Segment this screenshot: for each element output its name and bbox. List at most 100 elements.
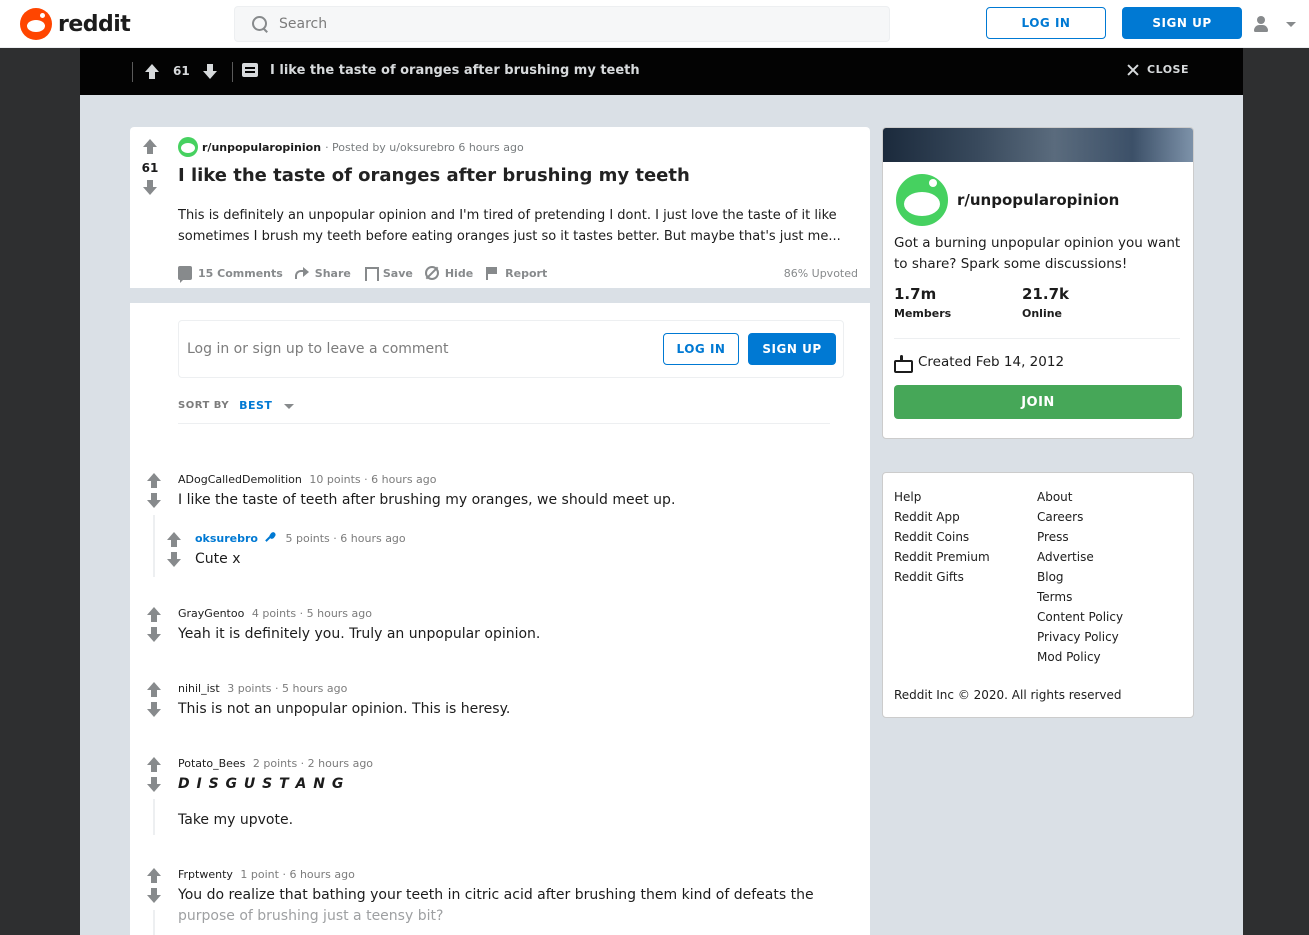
reddit-logo-icon — [20, 8, 52, 40]
footer-link-terms[interactable]: Terms — [1037, 587, 1123, 607]
comment-upvote-icon[interactable] — [146, 682, 162, 698]
comment-downvote-icon[interactable] — [146, 888, 162, 904]
comment-author[interactable]: Frptwenty — [178, 868, 233, 881]
footer-link-privacy-policy[interactable]: Privacy Policy — [1037, 627, 1123, 647]
report-button[interactable]: Report — [485, 266, 547, 280]
footer-link-reddit-app[interactable]: Reddit App — [894, 507, 990, 527]
footer-link-mod-policy[interactable]: Mod Policy — [1037, 647, 1123, 667]
overlay-post-title: I like the taste of oranges after brushi… — [270, 63, 640, 78]
footer-link-careers[interactable]: Careers — [1037, 507, 1123, 527]
subreddit-avatar-icon[interactable] — [178, 137, 198, 157]
top-header: reddit LOG IN SIGN UP — [0, 0, 1309, 48]
close-button[interactable]: CLOSE — [1127, 63, 1189, 76]
online-value: 21.7k — [1022, 285, 1069, 303]
save-button[interactable]: Save — [363, 266, 413, 281]
footer-column-2: About Careers Press Advertise Blog Terms… — [1037, 487, 1123, 667]
comment-icon — [178, 266, 192, 283]
comment-author[interactable]: GrayGentoo — [178, 607, 244, 620]
subreddit-link[interactable]: r/unpopularopinion — [202, 141, 321, 154]
search-bar[interactable] — [234, 6, 890, 42]
downvote-arrow-icon[interactable] — [142, 180, 158, 196]
join-button[interactable]: JOIN — [894, 385, 1182, 419]
community-card: r/unpopularopinion Got a burning unpopul… — [882, 127, 1194, 439]
comment-body: D I S G U S T A N G — [178, 776, 345, 792]
chevron-down-icon — [284, 404, 295, 409]
comment-upvote-icon[interactable] — [146, 868, 162, 884]
comment-author[interactable]: nihil_ist — [178, 682, 220, 695]
thread-line[interactable] — [153, 515, 155, 577]
comments-button[interactable]: 15 Comments — [178, 266, 283, 283]
reddit-logo[interactable]: reddit — [20, 8, 131, 40]
report-label: Report — [505, 266, 548, 280]
comment-downvote-icon[interactable] — [166, 552, 182, 568]
comment-meta: oksurebro 5 points · 6 hours ago — [195, 532, 406, 545]
members-label: Members — [894, 307, 952, 320]
share-icon — [294, 266, 309, 280]
header-login-button[interactable]: LOG IN — [986, 7, 1106, 39]
posted-by: · Posted by u/oksurebro 6 hours ago — [325, 140, 524, 154]
footer-link-reddit-coins[interactable]: Reddit Coins — [894, 527, 990, 547]
comment-downvote-icon[interactable] — [146, 777, 162, 793]
comment-signup-button[interactable]: SIGN UP — [748, 333, 836, 365]
comment-author[interactable]: ADogCalledDemolition — [178, 473, 302, 486]
post-card: 61 r/unpopularopinion · Posted by u/oksu… — [130, 127, 870, 935]
comment-upvote-icon[interactable] — [146, 473, 162, 489]
post-overlay-header: 61 I like the taste of oranges after bru… — [80, 48, 1243, 95]
hide-button[interactable]: Hide — [424, 266, 473, 280]
footer-link-about[interactable]: About — [1037, 487, 1123, 507]
share-button[interactable]: Share — [294, 266, 351, 280]
created-date: Created Feb 14, 2012 — [894, 354, 1064, 373]
comment-body: This is not an unpopular opinion. This i… — [178, 701, 511, 717]
post-icon — [242, 63, 258, 77]
comment-upvote-icon[interactable] — [146, 757, 162, 773]
footer-link-advertise[interactable]: Advertise — [1037, 547, 1123, 567]
downvote-arrow-icon[interactable] — [202, 64, 218, 80]
comment-points: 10 points — [309, 473, 361, 486]
comment-upvote-icon[interactable] — [166, 532, 182, 548]
upvote-arrow-icon[interactable] — [144, 64, 160, 80]
comment-author[interactable]: Potato_Bees — [178, 757, 245, 770]
upvote-arrow-icon[interactable] — [142, 139, 158, 155]
comment-downvote-icon[interactable] — [146, 493, 162, 509]
comment-login-button[interactable]: LOG IN — [663, 333, 739, 365]
user-menu[interactable] — [1252, 10, 1300, 38]
footer-link-reddit-premium[interactable]: Reddit Premium — [894, 547, 990, 567]
sort-label: SORT BY — [178, 400, 230, 411]
search-input[interactable] — [279, 16, 839, 32]
share-label: Share — [314, 266, 351, 280]
logo-text: reddit — [58, 11, 131, 37]
comment-body: purpose of brushing just a teensy bit? — [178, 908, 444, 924]
header-signup-button[interactable]: SIGN UP — [1122, 7, 1242, 39]
comment-body: Cute x — [195, 551, 241, 567]
online-label: Online — [1022, 307, 1063, 320]
comment-meta: Potato_Bees 2 points · 2 hours ago — [178, 757, 373, 770]
post-score: 61 — [141, 161, 159, 175]
footer-link-help[interactable]: Help — [894, 487, 990, 507]
online-stat: 21.7k Online — [1022, 285, 1069, 320]
community-name[interactable]: r/unpopularopinion — [957, 191, 1119, 209]
comment-time: · 5 hours ago — [275, 682, 348, 695]
comment-time: · 6 hours ago — [333, 532, 406, 545]
sort-dropdown[interactable]: SORT BY BEST — [178, 399, 295, 412]
comment-author[interactable]: oksurebro — [195, 532, 258, 545]
comment-meta: nihil_ist 3 points · 5 hours ago — [178, 682, 347, 695]
comment-downvote-icon[interactable] — [146, 702, 162, 718]
footer-link-blog[interactable]: Blog — [1037, 567, 1123, 587]
comment-upvote-icon[interactable] — [146, 607, 162, 623]
footer-link-content-policy[interactable]: Content Policy — [1037, 607, 1123, 627]
footer-link-press[interactable]: Press — [1037, 527, 1123, 547]
comment-downvote-icon[interactable] — [146, 627, 162, 643]
comment-time: · 6 hours ago — [282, 868, 355, 881]
comment-meta: ADogCalledDemolition 10 points · 6 hours… — [178, 473, 437, 486]
thread-line[interactable] — [153, 910, 155, 935]
sort-value: BEST — [239, 399, 273, 412]
footer-link-reddit-gifts[interactable]: Reddit Gifts — [894, 567, 990, 587]
bookmark-icon — [363, 266, 379, 281]
community-banner — [883, 128, 1193, 162]
subreddit-avatar-icon[interactable] — [894, 172, 950, 228]
thread-line[interactable] — [153, 799, 155, 835]
close-label: CLOSE — [1147, 63, 1189, 76]
copyright: Reddit Inc © 2020. All rights reserved — [894, 688, 1122, 702]
comment-meta: Frptwenty 1 point · 6 hours ago — [178, 868, 355, 881]
footer-column-1: Help Reddit App Reddit Coins Reddit Prem… — [894, 487, 990, 587]
